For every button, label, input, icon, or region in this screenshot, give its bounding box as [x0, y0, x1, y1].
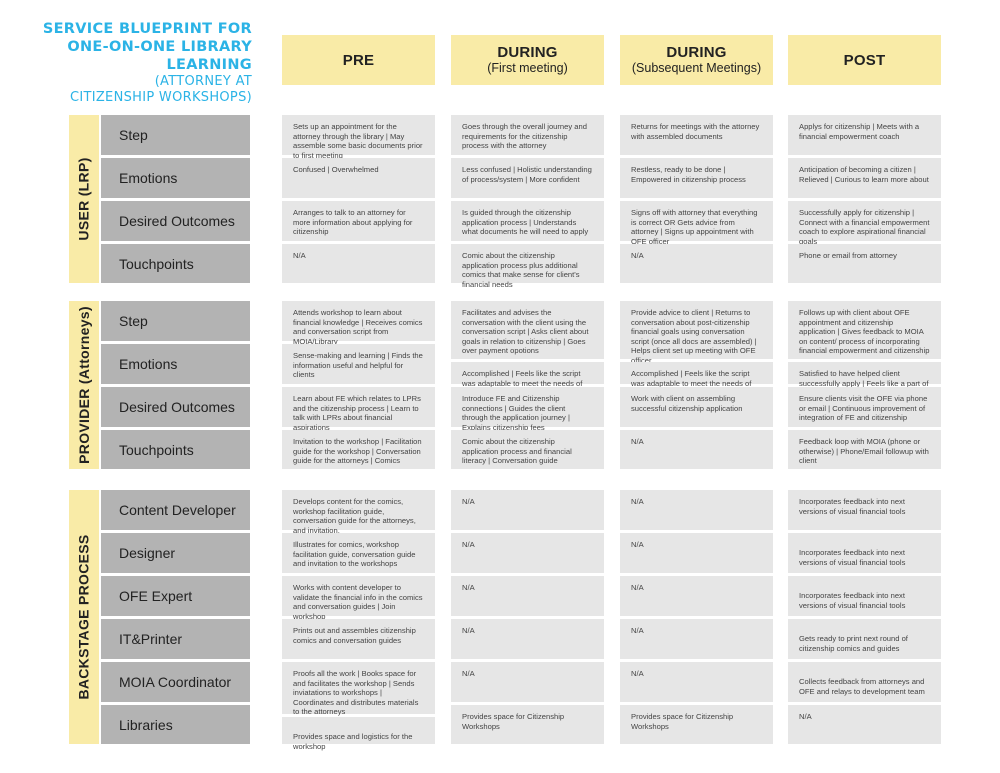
title-line-2: ONE-ON-ONE LIBRARY	[67, 39, 252, 55]
title-line-1: SERVICE BLUEPRINT FOR	[42, 21, 252, 37]
blueprint-cell: N/A	[788, 705, 941, 744]
row-label-emotions: Emotions	[101, 158, 250, 198]
blueprint-cell: N/A	[620, 533, 773, 573]
blueprint-cell: N/A	[282, 244, 435, 283]
blueprint-cell: Provide advice to client | Returns to co…	[620, 301, 773, 365]
blueprint-cell: Incorporates feedback into next versions…	[788, 533, 941, 573]
blueprint-cell: Successfully apply for citizenship | Con…	[788, 201, 941, 246]
row-label-designer: Designer	[101, 533, 250, 573]
lane-label-user: USER (LRP)	[69, 115, 99, 283]
blueprint-cell: Learn about FE which relates to LPRs and…	[282, 387, 435, 432]
phase-header-during-subsequent: DURING (Subsequent Meetings)	[620, 35, 773, 85]
blueprint-cell: Satisfied to have helped client successf…	[788, 362, 941, 397]
blueprint-cell: Illustrates for comics, workshop facilit…	[282, 533, 435, 573]
blueprint-cell: Provides space and logistics for the wor…	[282, 717, 435, 751]
lane-label-provider: PROVIDER (Attorneys)	[69, 301, 99, 469]
phase-name: PRE	[342, 51, 375, 69]
row-label-touchpoints: Touchpoints	[101, 244, 250, 283]
row-label-touchpoints: Touchpoints	[101, 430, 250, 469]
lane-label-text: BACKSTAGE PROCESS	[76, 534, 92, 700]
blueprint-cell: Works with content developer to validate…	[282, 576, 435, 621]
blueprint-cell: Restless, ready to be done | Empowered i…	[620, 158, 773, 198]
blueprint-cell: Goes through the overall journey and req…	[451, 115, 604, 155]
blueprint-cell: Applys for citizenship | Meets with a fi…	[788, 115, 941, 155]
blueprint-cell: Comic about the citizenship application …	[451, 244, 604, 289]
blueprint-cell: Ensure clients visit the OFE via phone o…	[788, 387, 941, 427]
phase-name: DURING	[666, 44, 727, 61]
blueprint-cell: Work with client on assembling successfu…	[620, 387, 773, 427]
blueprint-cell: N/A	[451, 576, 604, 616]
blueprint-cell: Follows up with client about OFE appoint…	[788, 301, 941, 359]
row-label-moia-coordinator: MOIA Coordinator	[101, 662, 250, 702]
blueprint-cell: N/A	[451, 619, 604, 659]
phase-header-post: POST	[788, 35, 941, 85]
blueprint-cell: Is guided through the citizenship applic…	[451, 201, 604, 241]
row-label-ofe-expert: OFE Expert	[101, 576, 250, 616]
blueprint-cell: N/A	[620, 662, 773, 702]
blueprint-title: SERVICE BLUEPRINT FOR ONE-ON-ONE LIBRARY…	[12, 20, 252, 106]
blueprint-cell: Accomplished | Feels like the script was…	[451, 362, 604, 397]
row-label-content-developer: Content Developer	[101, 490, 250, 530]
row-label-step: Step	[101, 301, 250, 341]
row-label-desired-outcomes: Desired Outcomes	[101, 201, 250, 241]
blueprint-cell: Incorporates feedback into next versions…	[788, 490, 941, 530]
blueprint-cell: Collects feedback from attorneys and OFE…	[788, 662, 941, 702]
blueprint-cell: Sets up an appointment for the attorney …	[282, 115, 435, 160]
blueprint-cell: N/A	[620, 576, 773, 616]
blueprint-cell: Attends workshop to learn about financia…	[282, 301, 435, 346]
blueprint-cell: Incorporates feedback into next versions…	[788, 576, 941, 616]
title-sub-1: (ATTORNEY AT	[154, 74, 252, 89]
lane-label-text: PROVIDER (Attorneys)	[76, 306, 92, 464]
lane-label-text: USER (LRP)	[76, 157, 92, 241]
blueprint-cell: Signs off with attorney that everything …	[620, 201, 773, 246]
blueprint-cell: N/A	[620, 619, 773, 659]
blueprint-cell: Arranges to talk to an attorney for more…	[282, 201, 435, 241]
blueprint-cell: Sense-making and learning | Finds the in…	[282, 344, 435, 384]
phase-subtitle: (Subsequent Meetings)	[631, 61, 762, 75]
blueprint-cell: Provides space for Citizenship Workshops	[451, 705, 604, 744]
blueprint-cell: Introduce FE and Citizenship connections…	[451, 387, 604, 432]
row-label-step: Step	[101, 115, 250, 155]
phase-name: POST	[843, 51, 886, 69]
blueprint-cell: N/A	[620, 244, 773, 283]
blueprint-cell: Confused | Overwhelmed	[282, 158, 435, 198]
phase-name: DURING	[497, 44, 558, 61]
blueprint-cell: Accomplished | Feels like the script was…	[620, 362, 773, 397]
blueprint-cell: Anticipation of becoming a citizen | Rel…	[788, 158, 941, 198]
blueprint-cell: Develops content for the comics, worksho…	[282, 490, 435, 535]
row-label-it-printer: IT&Printer	[101, 619, 250, 659]
blueprint-cell: Phone or email from attorney	[788, 244, 941, 283]
blueprint-cell: N/A	[451, 662, 604, 702]
blueprint-cell: N/A	[451, 490, 604, 530]
row-label-emotions: Emotions	[101, 344, 250, 384]
blueprint-cell: N/A	[620, 430, 773, 469]
phase-header-during-first: DURING (First meeting)	[451, 35, 604, 85]
blueprint-cell: N/A	[620, 490, 773, 530]
phase-header-pre: PRE	[282, 35, 435, 85]
blueprint-cell: Comic about the citizenship application …	[451, 430, 604, 469]
title-sub-2: CITIZENSHIP WORKSHOPS)	[69, 90, 252, 105]
blueprint-cell: Less confused | Holistic understanding o…	[451, 158, 604, 198]
blueprint-cell: Returns for meetings with the attorney w…	[620, 115, 773, 155]
blueprint-cell: Gets ready to print next round of citize…	[788, 619, 941, 659]
blueprint-cell: Invitation to the workshop | Facilitatio…	[282, 430, 435, 469]
blueprint-cell: Facilitates and advises the conversation…	[451, 301, 604, 359]
blueprint-cell: Provides space for Citizenship Workshops	[620, 705, 773, 744]
blueprint-cell: Proofs all the work | Books space for an…	[282, 662, 435, 716]
blueprint-cell: N/A	[451, 533, 604, 573]
row-label-libraries: Libraries	[101, 705, 250, 744]
blueprint-cell: Prints out and assembles citizenship com…	[282, 619, 435, 659]
lane-label-backstage: BACKSTAGE PROCESS	[69, 490, 99, 744]
row-label-desired-outcomes: Desired Outcomes	[101, 387, 250, 427]
phase-subtitle: (First meeting)	[487, 61, 568, 75]
blueprint-cell: Feedback loop with MOIA (phone or otherw…	[788, 430, 941, 469]
title-line-3: LEARNING	[166, 57, 252, 73]
